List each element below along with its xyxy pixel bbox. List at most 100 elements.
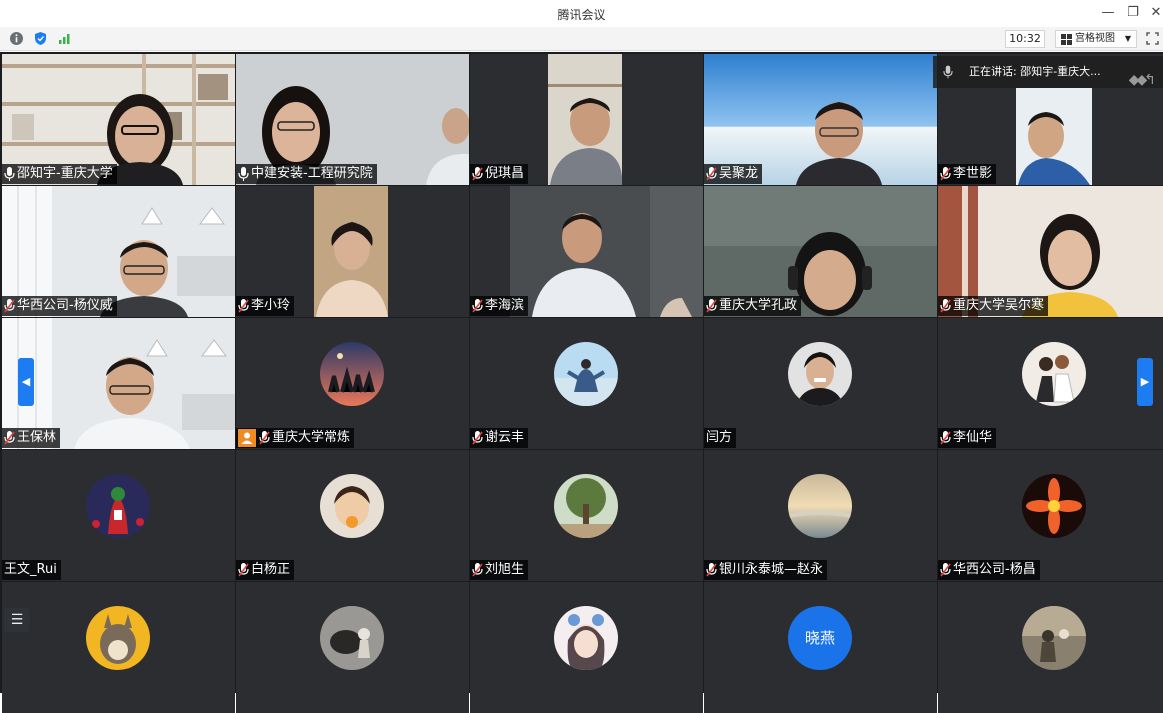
participant-tile[interactable]: 重庆大学吴尔寒 xyxy=(938,186,1163,317)
shield-icon[interactable] xyxy=(33,31,48,46)
participant-name-bar: 李小玲 xyxy=(236,296,295,316)
participant-name: 吴聚龙 xyxy=(719,166,759,181)
microphone-muted-icon xyxy=(472,431,483,445)
participant-tile[interactable]: 晓燕 xyxy=(704,582,937,713)
participant-tile[interactable]: 李海滨 xyxy=(470,186,703,317)
participant-name: 刘旭生 xyxy=(485,562,525,577)
microphone-muted-icon xyxy=(472,563,483,577)
speaking-label: 正在讲话: 邵知宇-重庆大... xyxy=(969,65,1101,78)
participant-tile[interactable] xyxy=(2,582,235,713)
participant-tile[interactable]: 闫方 xyxy=(704,318,937,449)
participant-name: 白杨正 xyxy=(251,562,291,577)
microphone-icon xyxy=(943,65,953,79)
participant-tile[interactable]: 王保林 xyxy=(2,318,235,449)
participant-avatar xyxy=(86,606,150,670)
participant-tile[interactable]: 吴聚龙 xyxy=(704,54,937,185)
participant-name-bar: 刘旭生 xyxy=(470,560,529,580)
participant-tile[interactable] xyxy=(470,582,703,713)
participant-tile[interactable]: 重庆大学孔政 xyxy=(704,186,937,317)
participant-tile[interactable]: 中建安装-工程研究院 xyxy=(236,54,469,185)
participant-avatar xyxy=(320,342,384,406)
chevron-left-icon: ◀ xyxy=(21,375,31,388)
next-page-button[interactable]: ▶ xyxy=(1137,358,1153,406)
participant-name-bar: 华西公司-杨昌 xyxy=(938,560,1040,580)
chevron-right-icon: ▶ xyxy=(1140,375,1150,388)
participant-name-bar: 倪琪昌 xyxy=(470,164,529,184)
video-grid: 邵知宇-重庆大学 中建安装-工程研究院 倪琪昌 吴聚龙 李世影 华西公司-杨仪威… xyxy=(0,52,1163,713)
participant-tile[interactable]: 银川永泰城—赵永 xyxy=(704,450,937,581)
title-bar: 腾讯会议 — ❐ ✕ xyxy=(0,0,1163,27)
previous-page-button[interactable]: ◀ xyxy=(18,358,34,406)
signal-strength-icon[interactable] xyxy=(57,31,72,46)
participant-name: 闫方 xyxy=(706,430,733,445)
list-icon: ☰ xyxy=(10,612,24,628)
participant-name: 重庆大学吴尔寒 xyxy=(953,298,1045,313)
participant-name: 倪琪昌 xyxy=(485,166,525,181)
info-icon[interactable] xyxy=(9,31,24,46)
participant-tile[interactable]: 谢云丰 xyxy=(470,318,703,449)
microphone-muted-icon xyxy=(4,299,15,313)
participant-name-bar: 谢云丰 xyxy=(470,428,529,448)
participant-tile[interactable] xyxy=(938,582,1163,713)
participant-name: 谢云丰 xyxy=(485,430,525,445)
participant-name-bar: 李海滨 xyxy=(470,296,529,316)
participant-avatar xyxy=(788,474,852,538)
view-mode-label: 宫格视图 xyxy=(1075,33,1115,44)
participant-avatar xyxy=(554,474,618,538)
view-mode-select[interactable]: 宫格视图 ▼ xyxy=(1055,30,1137,48)
participant-avatar xyxy=(86,474,150,538)
microphone-muted-icon xyxy=(706,299,717,313)
participant-tile[interactable] xyxy=(236,582,469,713)
participant-name-bar: 邵知宇-重庆大学 xyxy=(2,164,117,184)
participant-tile[interactable]: 李仙华 xyxy=(938,318,1163,449)
member-list-button[interactable]: ☰ xyxy=(4,608,30,632)
participant-name: 华西公司-杨昌 xyxy=(953,562,1036,577)
participant-tile[interactable]: 刘旭生 xyxy=(470,450,703,581)
microphone-muted-icon xyxy=(259,431,270,445)
microphone-muted-icon xyxy=(238,299,249,313)
participant-tile[interactable]: 重庆大学常炼 xyxy=(236,318,469,449)
participant-tile[interactable]: 邵知宇-重庆大学 xyxy=(2,54,235,185)
collapse-icon[interactable]: ◆◆↰ xyxy=(1129,64,1156,96)
microphone-muted-icon xyxy=(940,563,951,577)
participant-name: 华西公司-杨仪威 xyxy=(17,298,113,313)
speaking-indicator: 正在讲话: 邵知宇-重庆大... ◆◆↰ xyxy=(933,56,1163,88)
microphone-muted-icon xyxy=(940,431,951,445)
participant-tile[interactable]: 王文_Rui xyxy=(2,450,235,581)
fullscreen-icon[interactable] xyxy=(1146,32,1159,45)
restore-button[interactable]: ❐ xyxy=(1124,4,1142,22)
meeting-clock: 10:32 xyxy=(1005,30,1045,48)
microphone-muted-icon xyxy=(706,563,717,577)
minimize-button[interactable]: — xyxy=(1099,4,1117,22)
participant-name: 李仙华 xyxy=(953,430,993,445)
microphone-muted-icon xyxy=(238,563,249,577)
participant-name-bar: 中建安装-工程研究院 xyxy=(236,164,377,184)
participant-tile[interactable]: 华西公司-杨仪威 xyxy=(2,186,235,317)
close-button[interactable]: ✕ xyxy=(1147,4,1163,22)
participant-name: 王文_Rui xyxy=(4,562,57,577)
participant-name-bar: 闫方 xyxy=(704,428,737,448)
participant-name-bar: 银川永泰城—赵永 xyxy=(704,560,828,580)
participant-name: 重庆大学孔政 xyxy=(719,298,798,313)
participant-name-bar: 白杨正 xyxy=(236,560,295,580)
grid-view-icon xyxy=(1061,34,1072,45)
participant-avatar xyxy=(788,342,852,406)
participant-avatar xyxy=(1022,606,1086,670)
participant-name: 李小玲 xyxy=(251,298,291,313)
participant-avatar xyxy=(1022,474,1086,538)
microphone-muted-icon xyxy=(940,167,951,181)
participant-tile[interactable]: 华西公司-杨昌 xyxy=(938,450,1163,581)
participant-tile[interactable]: 倪琪昌 xyxy=(470,54,703,185)
participant-name: 王保林 xyxy=(17,430,57,445)
participant-tile[interactable]: 白杨正 xyxy=(236,450,469,581)
participant-name-bar: 李仙华 xyxy=(938,428,997,448)
participant-name: 银川永泰城—赵永 xyxy=(719,562,824,577)
participant-avatar xyxy=(320,474,384,538)
participant-tile[interactable]: 李小玲 xyxy=(236,186,469,317)
participant-name: 李世影 xyxy=(953,166,993,181)
participant-name-bar: 王文_Rui xyxy=(2,560,61,580)
participant-name: 邵知宇-重庆大学 xyxy=(17,166,113,181)
toolbar: 10:32 宫格视图 ▼ xyxy=(0,27,1163,51)
participant-name: 重庆大学常炼 xyxy=(272,430,351,445)
participant-avatar xyxy=(554,606,618,670)
